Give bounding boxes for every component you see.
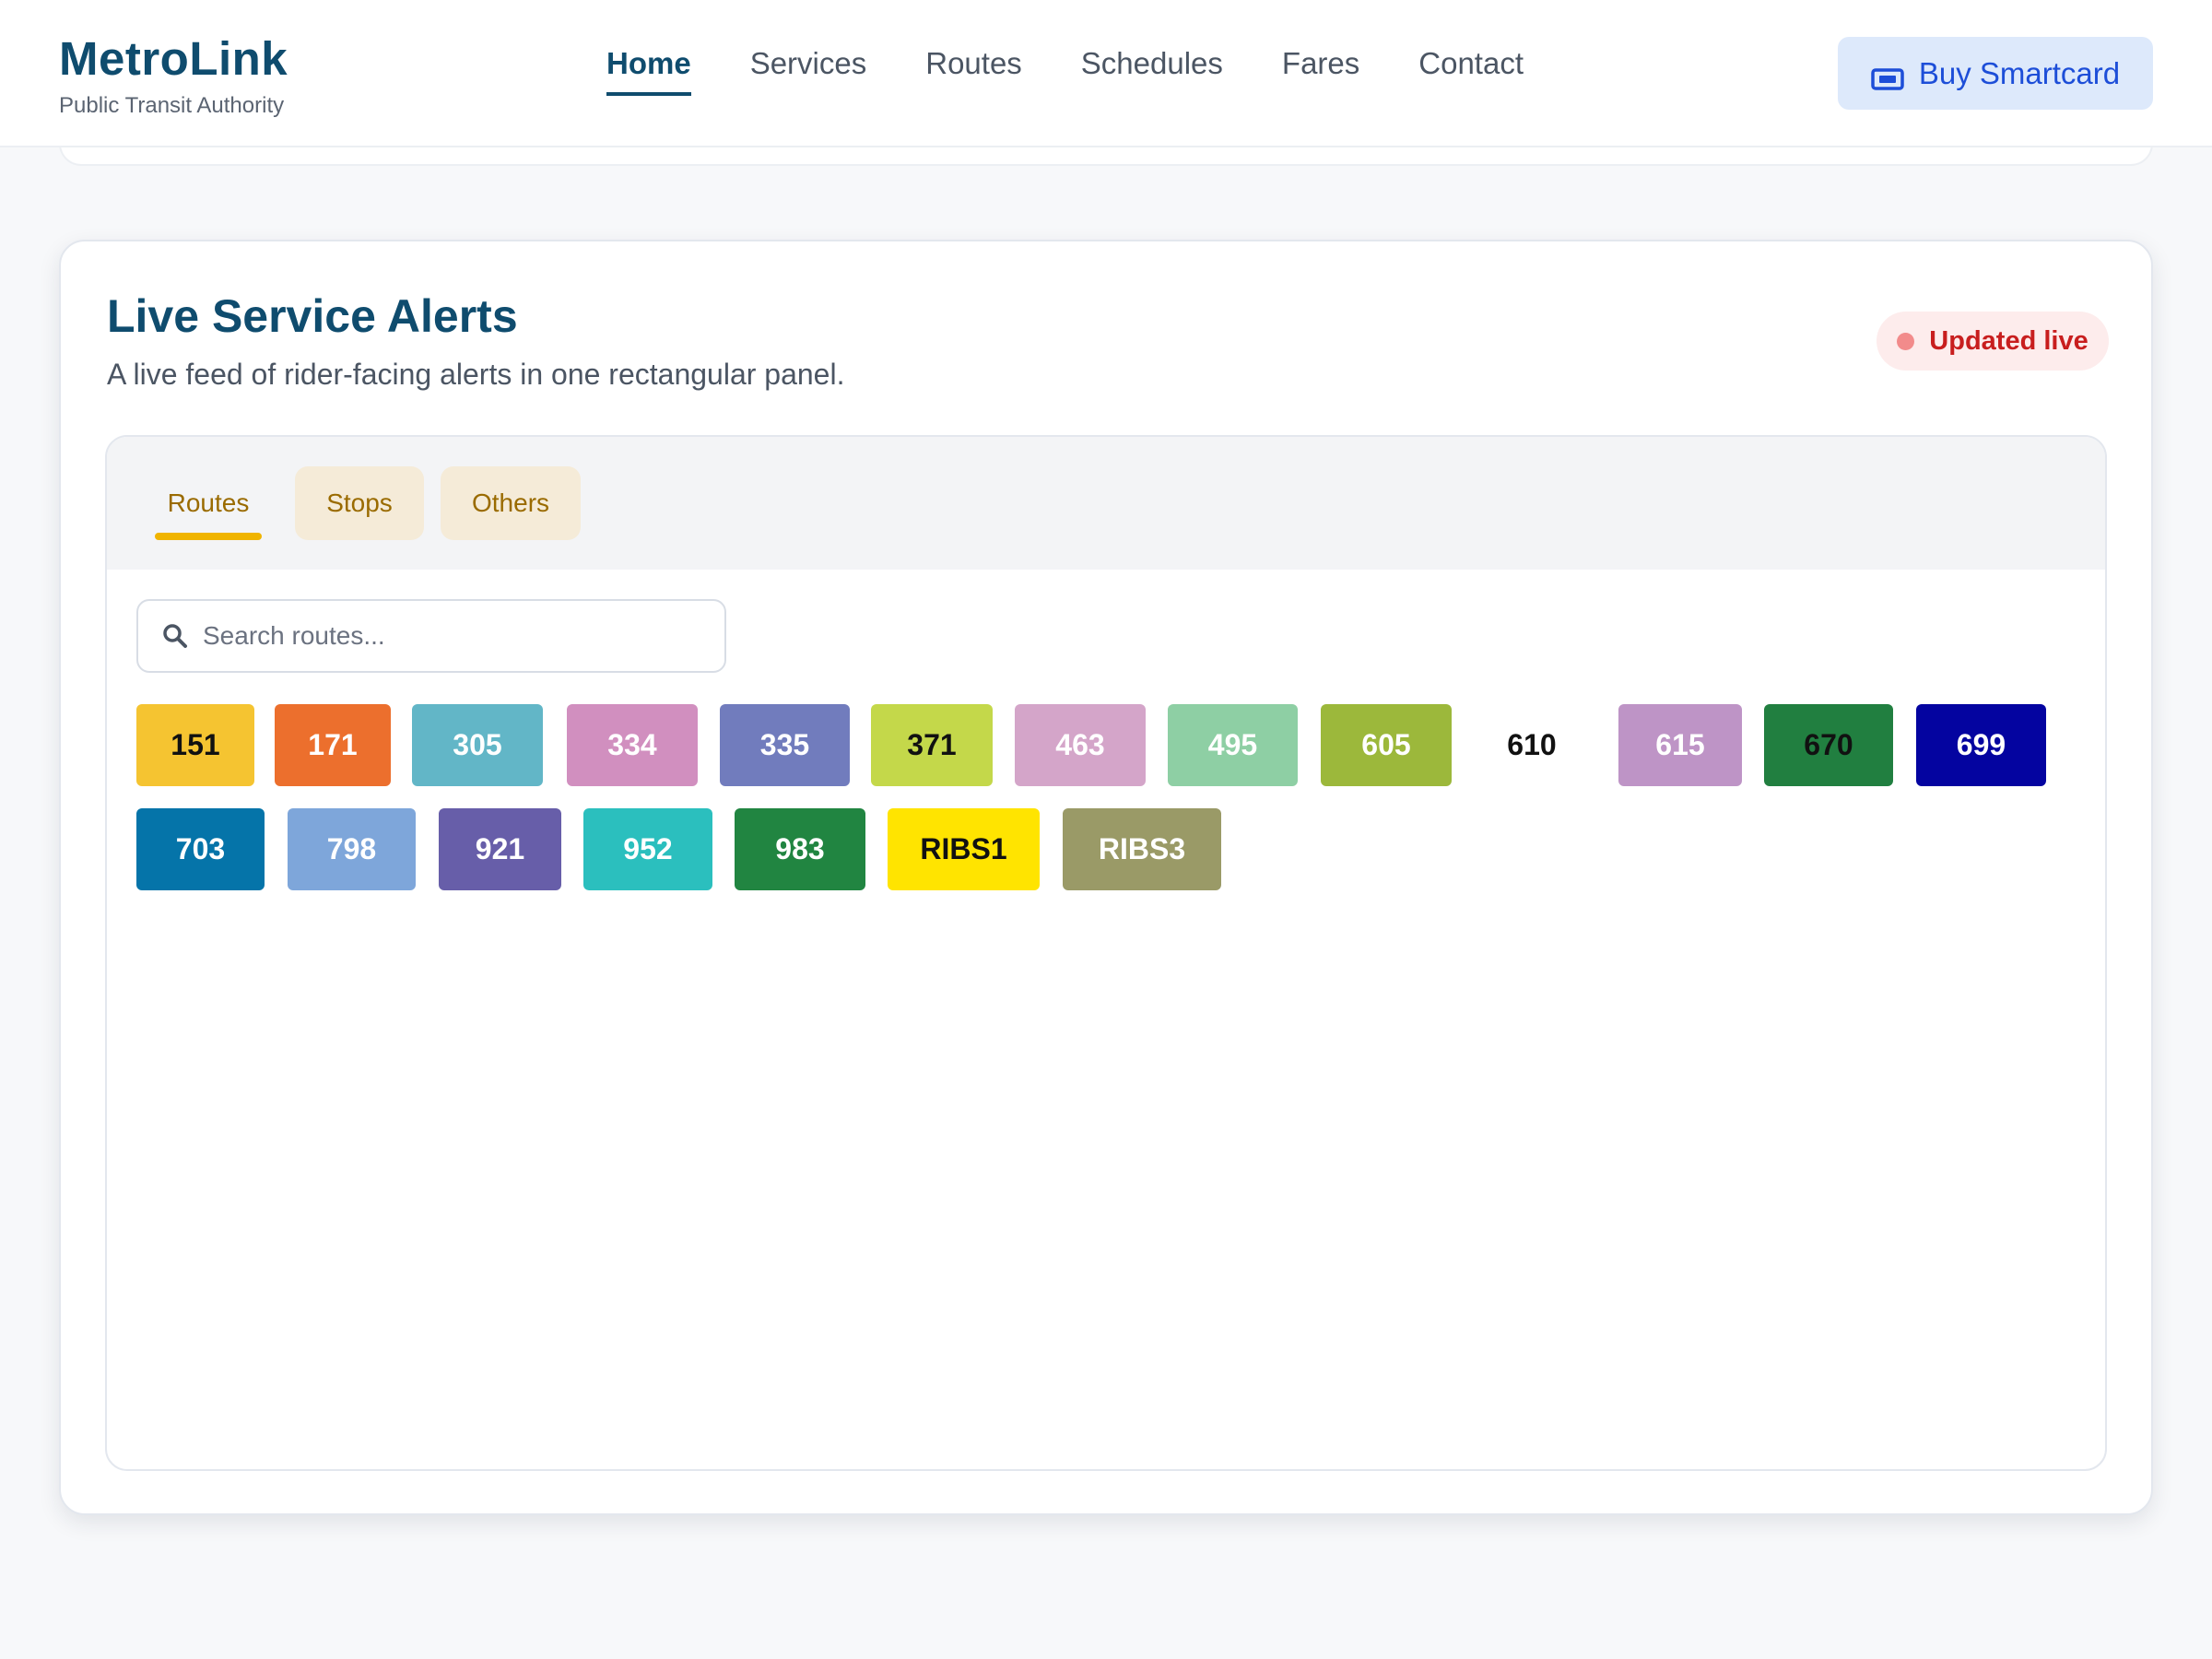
route-chip-371[interactable]: 371 xyxy=(871,704,993,786)
search-icon xyxy=(162,623,188,649)
live-badge-label: Updated live xyxy=(1929,325,2088,356)
route-chip-ribs3[interactable]: RIBS3 xyxy=(1063,808,1221,890)
alerts-title: Live Service Alerts xyxy=(107,290,518,342)
route-chip-670[interactable]: 670 xyxy=(1764,704,1893,786)
nav-item-home[interactable]: Home xyxy=(606,46,691,96)
route-chip-605[interactable]: 605 xyxy=(1321,704,1452,786)
ticket-icon xyxy=(1871,63,1904,90)
route-chip-495[interactable]: 495 xyxy=(1168,704,1298,786)
route-chip-305[interactable]: 305 xyxy=(412,704,543,786)
live-status-badge: Updated live xyxy=(1877,312,2109,371)
tab-stops[interactable]: Stops xyxy=(295,466,424,540)
nav-item-services[interactable]: Services xyxy=(750,46,867,96)
brand[interactable]: MetroLink Public Transit Authority xyxy=(59,31,288,119)
tab-others[interactable]: Others xyxy=(441,466,581,540)
route-chip-798[interactable]: 798 xyxy=(288,808,416,890)
nav-item-contact[interactable]: Contact xyxy=(1418,46,1524,96)
route-chip-921[interactable]: 921 xyxy=(439,808,561,890)
route-chip-151[interactable]: 151 xyxy=(136,704,254,786)
main-nav: Home Services Routes Schedules Fares Con… xyxy=(606,46,1524,96)
live-dot-icon xyxy=(1897,332,1915,350)
nav-item-schedules[interactable]: Schedules xyxy=(1081,46,1223,96)
route-chip-335[interactable]: 335 xyxy=(720,704,850,786)
active-tab-indicator xyxy=(155,533,262,540)
search-input[interactable] xyxy=(203,621,700,651)
brand-tagline: Public Transit Authority xyxy=(59,93,285,118)
route-chip-703[interactable]: 703 xyxy=(136,808,265,890)
route-chip-983[interactable]: 983 xyxy=(735,808,865,890)
buy-smartcard-label: Buy Smartcard xyxy=(1918,55,2121,90)
route-chip-699[interactable]: 699 xyxy=(1916,704,2046,786)
brand-name: MetroLink xyxy=(59,32,288,85)
nav-item-routes[interactable]: Routes xyxy=(925,46,1022,96)
alerts-subtitle: A live feed of rider-facing alerts in on… xyxy=(107,358,845,391)
route-chip-463[interactable]: 463 xyxy=(1015,704,1146,786)
route-chip-610[interactable]: 610 xyxy=(1466,704,1597,786)
route-chip-ribs1[interactable]: RIBS1 xyxy=(888,808,1040,890)
alerts-panel: Routes Stops Others 151 171 305 334 335 371 46… xyxy=(105,435,2107,1471)
route-chip-615[interactable]: 615 xyxy=(1618,704,1742,786)
buy-smartcard-button[interactable]: Buy Smartcard xyxy=(1838,37,2153,110)
route-chip-952[interactable]: 952 xyxy=(583,808,712,890)
nav-item-fares[interactable]: Fares xyxy=(1282,46,1359,96)
live-service-alerts-card: Live Service Alerts A live feed of rider… xyxy=(59,240,2153,1515)
route-chip-171[interactable]: 171 xyxy=(275,704,391,786)
route-search[interactable] xyxy=(136,599,726,673)
tab-routes[interactable]: Routes xyxy=(136,466,280,540)
top-navigation-bar: MetroLink Public Transit Authority Home … xyxy=(0,0,2212,147)
route-chip-334[interactable]: 334 xyxy=(567,704,698,786)
alerts-tabs: Routes Stops Others xyxy=(107,437,2105,570)
